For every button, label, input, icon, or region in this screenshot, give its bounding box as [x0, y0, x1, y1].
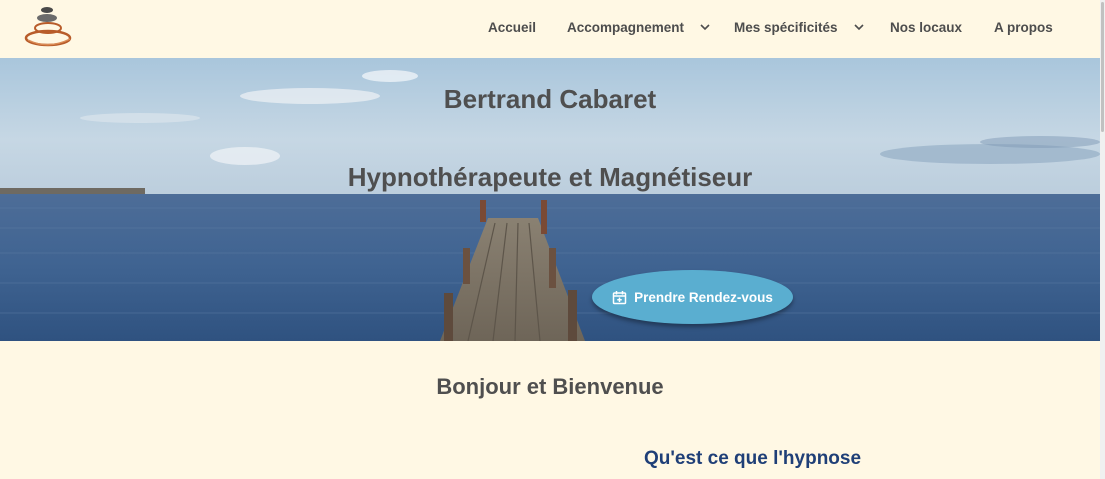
chevron-down-icon[interactable] — [853, 22, 865, 32]
cta-label: Prendre Rendez-vous — [634, 289, 773, 305]
hypnose-link[interactable]: Qu'est ce que l'hypnose — [644, 448, 861, 470]
scrollbar-thumb[interactable] — [1101, 2, 1104, 132]
nav-item-accueil[interactable]: Accueil — [488, 20, 536, 35]
chevron-down-icon[interactable] — [699, 22, 711, 32]
welcome-heading: Bonjour et Bienvenue — [436, 374, 664, 399]
site-header: Accueil Accompagnement Mes spécificités … — [0, 0, 1100, 58]
nav-item-accompagnement[interactable]: Accompagnement — [567, 20, 684, 35]
hero-banner: Bertrand Cabaret Hypnothérapeute et Magn… — [0, 58, 1100, 341]
calendar-plus-icon — [612, 290, 627, 304]
hero-name: Bertrand Cabaret — [443, 84, 657, 114]
hero-subtitle: Hypnothérapeute et Magnétiseur — [347, 162, 753, 192]
nav-item-mes-specificites[interactable]: Mes spécificités — [734, 20, 838, 35]
nav-item-a-propos[interactable]: A propos — [994, 20, 1053, 35]
nav-item-nos-locaux[interactable]: Nos locaux — [890, 20, 962, 35]
stacked-stones-logo[interactable] — [20, 4, 76, 50]
prendre-rendez-vous-button[interactable]: Prendre Rendez-vous — [592, 270, 793, 324]
